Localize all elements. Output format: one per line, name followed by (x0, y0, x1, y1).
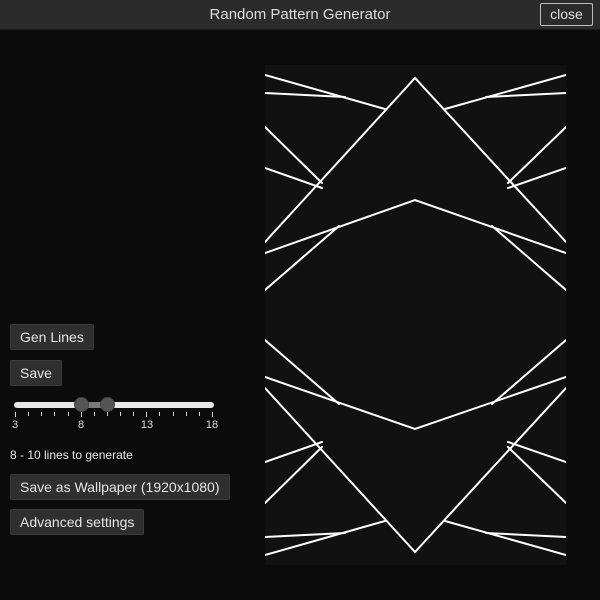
slider-tick (159, 412, 161, 416)
pattern-line (265, 167, 323, 189)
pattern-lines (265, 74, 566, 556)
slider-tick (28, 412, 30, 416)
advanced-settings-button[interactable]: Advanced settings (10, 509, 145, 535)
slider-tick (185, 412, 187, 416)
tick-label-3: 3 (11, 419, 19, 431)
slider-tick (41, 412, 43, 416)
pattern-line (265, 76, 566, 243)
slider-tick (146, 412, 148, 417)
pattern-canvas[interactable] (265, 65, 566, 565)
lines-count-text: 8 - 10 lines to generate (10, 448, 133, 462)
pattern-line (444, 74, 566, 110)
pattern-line (265, 126, 323, 184)
pattern-line (444, 520, 566, 556)
slider-tick (120, 412, 122, 416)
close-button[interactable]: close (540, 3, 593, 26)
slider-tick (93, 412, 95, 416)
slider-tick (54, 412, 56, 416)
slider-min-thumb[interactable] (73, 397, 89, 412)
pattern-line (491, 339, 566, 405)
save-button[interactable]: Save (10, 360, 62, 386)
slider-tick (15, 412, 16, 417)
tick-label-18: 18 (205, 419, 219, 431)
app-window: Random Pattern Generator close Gen Lines… (0, 0, 600, 600)
pattern-line (265, 225, 340, 291)
slider-tick (133, 412, 135, 416)
pattern-line (507, 441, 566, 463)
pattern-line (491, 225, 566, 291)
pattern-line (265, 339, 340, 405)
gen-lines-button[interactable]: Gen Lines (10, 324, 94, 350)
slider-tick (172, 412, 174, 416)
pattern-line (265, 520, 386, 556)
pattern-line (265, 441, 323, 463)
slider-tick (67, 412, 69, 416)
pattern-line (507, 167, 566, 189)
pattern-line (265, 387, 566, 554)
window-title: Random Pattern Generator (209, 6, 391, 23)
slider-tick (198, 412, 200, 416)
tick-label-13: 13 (140, 419, 154, 431)
pattern-line (507, 446, 566, 504)
save-wallpaper-button[interactable]: Save as Wallpaper (1920x1080) (10, 474, 230, 500)
slider-tick (106, 412, 108, 416)
title-bar: Random Pattern Generator close (0, 0, 600, 30)
pattern-line (265, 446, 323, 504)
line-count-range-slider[interactable]: 3 8 13 18 (12, 394, 218, 434)
pattern-line (507, 126, 566, 184)
pattern-line (265, 376, 566, 431)
slider-tick (212, 412, 213, 417)
pattern-line (265, 74, 386, 110)
slider-tick (80, 412, 82, 417)
tick-label-8: 8 (77, 419, 85, 431)
pattern-line (265, 198, 566, 254)
slider-max-thumb[interactable] (99, 397, 115, 412)
